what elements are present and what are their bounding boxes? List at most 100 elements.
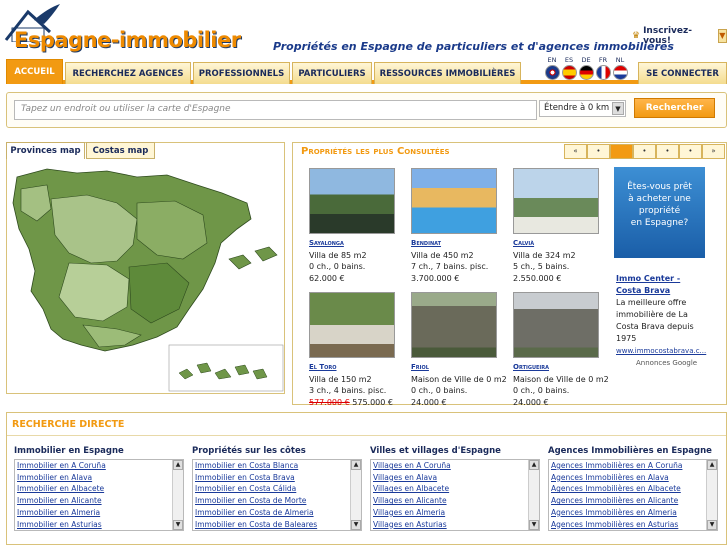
- property-price: 3.700.000 €: [411, 273, 460, 283]
- list-link[interactable]: Immobilier en Alicante: [15, 495, 183, 507]
- scrollbar[interactable]: ▲ ▼: [172, 460, 183, 530]
- map-panel: Provinces map Costas map: [6, 142, 285, 394]
- list-link[interactable]: Agences Immobilières en Albacete: [549, 483, 717, 495]
- property-card[interactable]: Bendinat Villa de 450 m2 7 ch., 7 bains.…: [411, 168, 511, 284]
- tab-particuliers[interactable]: PARTICULIERS: [292, 62, 372, 84]
- pager-dot[interactable]: •: [656, 144, 679, 159]
- ad-banner-line: en Espagne?: [630, 218, 689, 228]
- tab-costas-map[interactable]: Costas map: [86, 142, 155, 159]
- ad-title[interactable]: Immo Center - Costa Brava: [616, 273, 696, 297]
- list-link[interactable]: Agences Immobilières en Alava: [549, 472, 717, 484]
- property-type: Villa de 450 m2: [411, 250, 474, 260]
- list-link[interactable]: Immobilier en Albacete: [15, 483, 183, 495]
- scroll-down-icon[interactable]: ▼: [707, 520, 717, 530]
- property-card[interactable]: El Toro Villa de 150 m2 3 ch., 4 bains. …: [309, 292, 409, 408]
- scrollbar[interactable]: ▲ ▼: [706, 460, 717, 530]
- column-heading: Agences Immobilières en Espagne: [548, 446, 712, 456]
- property-photo[interactable]: [513, 168, 599, 234]
- property-name[interactable]: Sayalonga: [309, 238, 409, 250]
- ad-url[interactable]: www.immocostabrava.c...: [616, 345, 708, 357]
- property-type: Villa de 324 m2: [513, 250, 576, 260]
- property-card[interactable]: Ortigueira Maison de Ville de 0 m2 0 ch.…: [513, 292, 613, 408]
- list-link[interactable]: Agences Immobilières en Asturias: [549, 519, 717, 530]
- list-link[interactable]: Agences Immobilières en Alicante: [549, 495, 717, 507]
- list-link[interactable]: Immobilier en Asturias: [15, 519, 183, 530]
- search-bar: Tapez un endroit ou utiliser la carte d'…: [6, 92, 727, 128]
- property-type: Villa de 150 m2: [309, 374, 372, 384]
- login-button[interactable]: SE CONNECTER: [638, 62, 727, 84]
- link-list[interactable]: Agences Immobilières en A Coruña Agences…: [548, 459, 718, 531]
- scroll-down-icon[interactable]: ▼: [351, 520, 361, 530]
- pager-dot[interactable]: •: [679, 144, 702, 159]
- list-link[interactable]: Villages en Alicante: [371, 495, 539, 507]
- property-photo[interactable]: [513, 292, 599, 358]
- signup-link[interactable]: ♛ Inscrivez-vous! ▼: [632, 26, 727, 46]
- property-name[interactable]: Calvià: [513, 238, 613, 250]
- list-link[interactable]: Immobilier en Costa Cálida: [193, 483, 361, 495]
- property-name[interactable]: Bendinat: [411, 238, 511, 250]
- list-link[interactable]: Immobilier en Almeria: [15, 507, 183, 519]
- ad-banner[interactable]: Êtes-vous prêt à acheter une propriété e…: [614, 167, 705, 258]
- link-list[interactable]: Immobilier en A Coruña Immobilier en Ala…: [14, 459, 184, 531]
- list-link[interactable]: Immobilier en Costa Blanca: [193, 460, 361, 472]
- scroll-down-icon[interactable]: ▼: [173, 520, 183, 530]
- list-link[interactable]: Villages en Alava: [371, 472, 539, 484]
- scroll-up-icon[interactable]: ▲: [529, 460, 539, 470]
- pager-next[interactable]: »: [702, 144, 725, 159]
- link-list[interactable]: Immobilier en Costa Blanca Immobilier en…: [192, 459, 362, 531]
- property-photo[interactable]: [309, 168, 395, 234]
- ad-label[interactable]: Annonces Google: [616, 357, 720, 369]
- tab-accueil[interactable]: ACCUEIL: [6, 59, 63, 84]
- property-name[interactable]: Friol: [411, 362, 511, 374]
- tab-provinces-map[interactable]: Provinces map: [6, 142, 85, 159]
- property-card[interactable]: Sayalonga Villa de 85 m2 0 ch., 0 bains.…: [309, 168, 409, 284]
- search-button[interactable]: Rechercher: [634, 98, 715, 118]
- list-link[interactable]: Agences Immobilières en A Coruña: [549, 460, 717, 472]
- list-link[interactable]: Agences Immobilières en Almeria: [549, 507, 717, 519]
- list-link[interactable]: Villages en Albacete: [371, 483, 539, 495]
- property-photo[interactable]: [309, 292, 395, 358]
- search-input[interactable]: Tapez un endroit ou utiliser la carte d'…: [14, 100, 537, 120]
- list-link[interactable]: Immobilier en Alava: [15, 472, 183, 484]
- list-link[interactable]: Immobilier en Costa Brava: [193, 472, 361, 484]
- list-link[interactable]: Villages en A Coruña: [371, 460, 539, 472]
- scroll-up-icon[interactable]: ▲: [173, 460, 183, 470]
- pager-dot-active[interactable]: •: [610, 144, 633, 159]
- extent-select[interactable]: Étendre à 0 km ▼: [539, 100, 626, 117]
- site-tagline: Propriétés en Espagne de particuliers et…: [273, 40, 674, 53]
- scrollbar[interactable]: ▲ ▼: [528, 460, 539, 530]
- property-price: 24.000 €: [411, 397, 447, 407]
- list-link[interactable]: Villages en Asturias: [371, 519, 539, 530]
- list-link[interactable]: Immobilier en Costa de Morte: [193, 495, 361, 507]
- pager-dot[interactable]: •: [587, 144, 610, 159]
- property-name[interactable]: Ortigueira: [513, 362, 613, 374]
- pager-dot[interactable]: •: [633, 144, 656, 159]
- tab-recherchez-agences[interactable]: RECHERCHEZ AGENCES: [65, 62, 191, 84]
- list-link[interactable]: Villages en Almeria: [371, 507, 539, 519]
- property-card[interactable]: Friol Maison de Ville de 0 m2 0 ch., 0 b…: [411, 292, 511, 408]
- scrollbar[interactable]: ▲ ▼: [350, 460, 361, 530]
- direct-column: Villes et villages d'Espagne Villages en…: [370, 446, 540, 531]
- list-link[interactable]: Immobilier en Costa de Almeria: [193, 507, 361, 519]
- spain-province-map[interactable]: [7, 159, 286, 394]
- property-name[interactable]: El Toro: [309, 362, 409, 374]
- scroll-up-icon[interactable]: ▲: [707, 460, 717, 470]
- scroll-down-icon[interactable]: ▼: [529, 520, 539, 530]
- property-price: 575.000 €: [352, 397, 393, 407]
- signup-label: Inscrivez-vous!: [643, 26, 692, 46]
- property-card[interactable]: Calvià Villa de 324 m2 5 ch., 5 bains. 2…: [513, 168, 613, 284]
- tab-ressources-immobilieres[interactable]: RESSOURCES IMMOBILIÈRES: [374, 62, 521, 84]
- list-link[interactable]: Immobilier en A Coruña: [15, 460, 183, 472]
- extent-value: Étendre à 0 km: [544, 103, 610, 113]
- chevron-down-icon[interactable]: ▼: [717, 29, 727, 43]
- property-photo[interactable]: [411, 292, 497, 358]
- scroll-up-icon[interactable]: ▲: [351, 460, 361, 470]
- properties-title: Propriétés les plus Consultées: [301, 146, 450, 157]
- ad-description: La meilleure offre immobilière de La Cos…: [616, 298, 694, 343]
- property-photo[interactable]: [411, 168, 497, 234]
- property-rooms: 3 ch., 4 bains. pisc.: [309, 386, 387, 395]
- list-link[interactable]: Immobilier en Costa de Baleares: [193, 519, 361, 530]
- pager-prev[interactable]: «: [564, 144, 587, 159]
- tab-professionnels[interactable]: PROFESSIONNELS: [193, 62, 290, 84]
- link-list[interactable]: Villages en A Coruña Villages en Alava V…: [370, 459, 540, 531]
